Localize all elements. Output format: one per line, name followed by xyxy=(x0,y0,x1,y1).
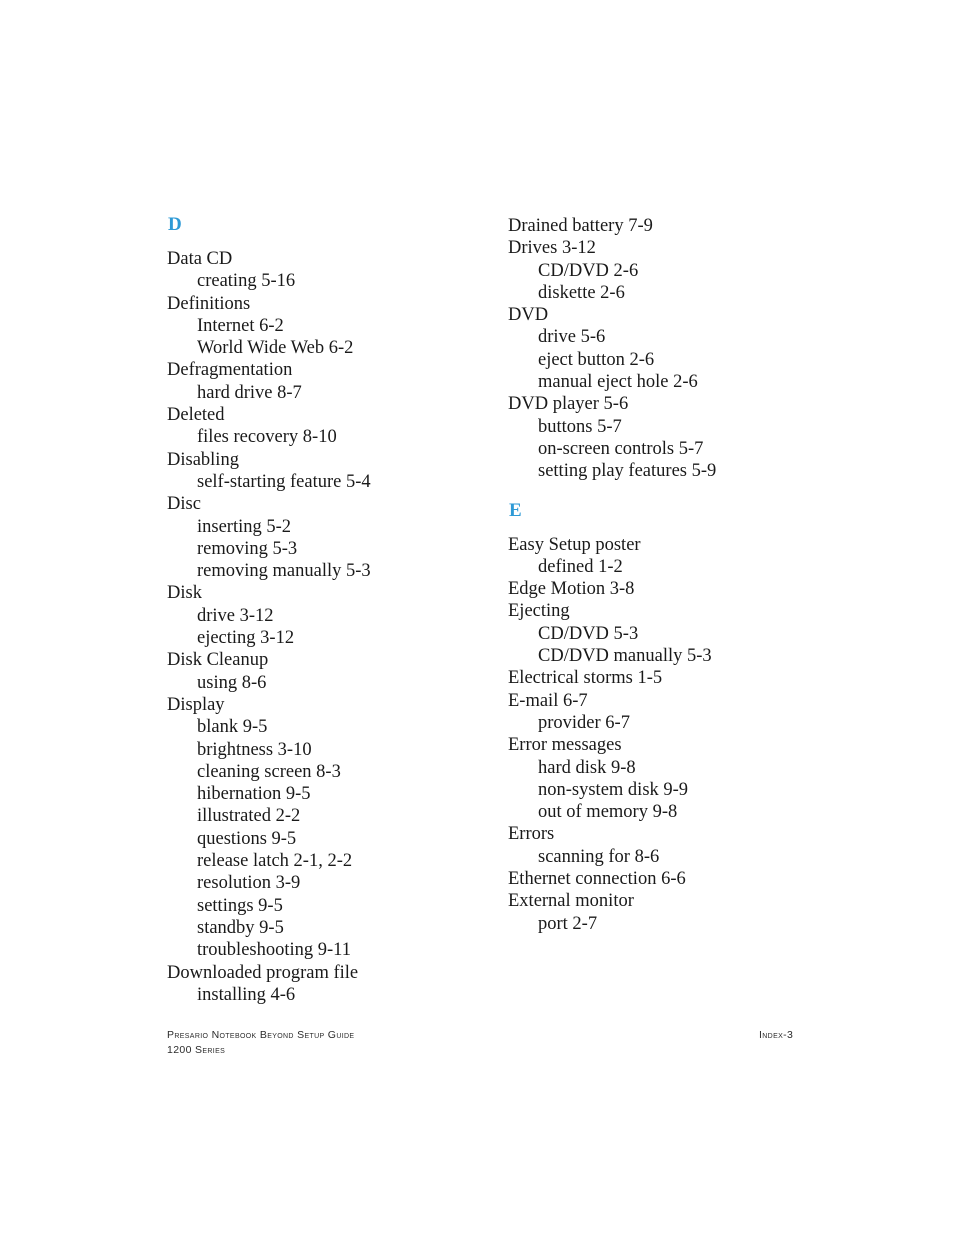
index-subentry: hard drive 8-7 xyxy=(197,382,302,403)
index-subentry: using 8-6 xyxy=(197,672,267,693)
index-section: D Data CD creating 5-16 Definitions Internet… xyxy=(167,215,497,1006)
index-subentry: resolution 3-9 xyxy=(197,873,301,894)
index-subentry: release latch 2-1, 2-2 xyxy=(197,851,353,872)
index-page: D Data CD creating 5-16 Definitions Internet… xyxy=(0,0,954,1235)
index-subentry: provider 6-7 xyxy=(538,712,630,733)
index-entry: Disc xyxy=(167,494,201,515)
index-entry: Definitions xyxy=(167,293,251,314)
index-subentry: self-starting feature 5-4 xyxy=(197,471,371,492)
footer-page-number: Index-3 xyxy=(759,1029,794,1041)
page-footer: Presario Notebook Beyond Setup Guide 120… xyxy=(167,1028,827,1068)
index-entry: Deleted xyxy=(167,405,225,426)
index-entry: Edge Motion 3-8 xyxy=(508,579,635,600)
index-subentry: port 2-7 xyxy=(538,913,598,934)
index-entry: Downloaded program file xyxy=(167,962,359,983)
index-subentry: World Wide Web 6-2 xyxy=(197,338,354,359)
index-subentry: removing 5-3 xyxy=(197,538,298,559)
index-subentry: removing manually 5-3 xyxy=(197,561,371,582)
index-section-letter: D xyxy=(168,214,182,235)
index-column-left: D Data CD creating 5-16 Definitions Internet… xyxy=(167,215,497,1006)
index-subentry: CD/DVD 2-6 xyxy=(538,260,639,281)
footer-guide-title: Presario Notebook Beyond Setup Guide 120… xyxy=(167,1028,354,1057)
index-entry: E-mail 6-7 xyxy=(508,690,588,711)
index-entry: DVD xyxy=(508,305,549,326)
index-subentry: buttons 5-7 xyxy=(538,416,622,437)
index-subentry: CD/DVD manually 5-3 xyxy=(538,646,712,667)
index-subentry: hard disk 9-8 xyxy=(538,757,636,778)
index-entry: Display xyxy=(167,694,225,715)
index-subentry: installing 4-6 xyxy=(197,984,296,1005)
index-subentry: defined 1-2 xyxy=(538,556,623,577)
index-subentry: cleaning screen 8-3 xyxy=(197,761,341,782)
index-section-letter: E xyxy=(509,499,522,521)
index-subentry: creating 5-16 xyxy=(197,271,296,292)
index-entry: Data CD xyxy=(167,249,233,269)
index-entry-list: Drained battery 7-9 Drives 3-12 CD/DVD 2-6… xyxy=(508,215,838,483)
index-entry: Easy Setup poster xyxy=(508,534,641,555)
index-subentry: diskette 2-6 xyxy=(538,282,625,303)
index-entry: Disk xyxy=(167,583,202,604)
index-entry: Disk Cleanup xyxy=(167,650,269,671)
index-subentry: drive 3-12 xyxy=(197,605,274,626)
index-section: E Easy Setup poster defined 1-2 Edge Motion… xyxy=(508,501,838,935)
index-section: Drained battery 7-9 Drives 3-12 CD/DVD 2-6… xyxy=(508,215,838,483)
index-subentry: standby 9-5 xyxy=(197,917,284,938)
index-entry: DVD player 5-6 xyxy=(508,394,629,415)
index-subentry: settings 9-5 xyxy=(197,895,283,916)
index-subentry: setting play features 5-9 xyxy=(538,461,717,482)
index-subentry: scanning for 8-6 xyxy=(538,846,660,867)
index-subentry: non-system disk 9-9 xyxy=(538,779,689,800)
index-entry: Drained battery 7-9 xyxy=(508,216,653,236)
index-entry: Disabling xyxy=(167,449,239,470)
index-subentry: questions 9-5 xyxy=(197,828,297,849)
index-subentry: hibernation 9-5 xyxy=(197,784,311,805)
index-subentry: inserting 5-2 xyxy=(197,516,292,537)
index-entry: Error messages xyxy=(508,735,622,756)
footer-guide-title-line2: 1200 Series xyxy=(167,1043,226,1056)
index-subentry: manual eject hole 2-6 xyxy=(538,372,698,393)
index-subentry: ejecting 3-12 xyxy=(197,628,295,649)
index-subentry: brightness 3-10 xyxy=(197,739,312,760)
index-column-right: Drained battery 7-9 Drives 3-12 CD/DVD 2-6… xyxy=(508,215,838,935)
index-subentry: out of memory 9-8 xyxy=(538,802,678,823)
index-subentry: drive 5-6 xyxy=(538,327,606,348)
index-subentry: on-screen controls 5-7 xyxy=(538,438,704,459)
index-subentry: CD/DVD 5-3 xyxy=(538,623,639,644)
index-entry-list: Data CD creating 5-16 Definitions Internet … xyxy=(167,248,497,1006)
index-subentry: files recovery 8-10 xyxy=(197,427,337,448)
index-subentry: illustrated 2-2 xyxy=(197,806,301,827)
index-entry: Defragmentation xyxy=(167,360,293,381)
index-entry: External monitor xyxy=(508,891,634,912)
index-entry: Electrical storms 1-5 xyxy=(508,668,663,689)
index-subentry: troubleshooting 9-11 xyxy=(197,940,351,961)
index-subentry: eject button 2-6 xyxy=(538,349,655,370)
index-entry: Errors xyxy=(508,824,555,845)
index-entry-list: Easy Setup poster defined 1-2 Edge Motion … xyxy=(508,534,838,935)
index-subentry: blank 9-5 xyxy=(197,717,268,738)
index-entry: Ejecting xyxy=(508,601,570,622)
index-entry: Drives 3-12 xyxy=(508,238,596,259)
footer-guide-title-line1: Presario Notebook Beyond Setup Guide xyxy=(167,1029,355,1041)
index-subentry: Internet 6-2 xyxy=(197,315,284,336)
index-entry: Ethernet connection 6-6 xyxy=(508,869,686,890)
